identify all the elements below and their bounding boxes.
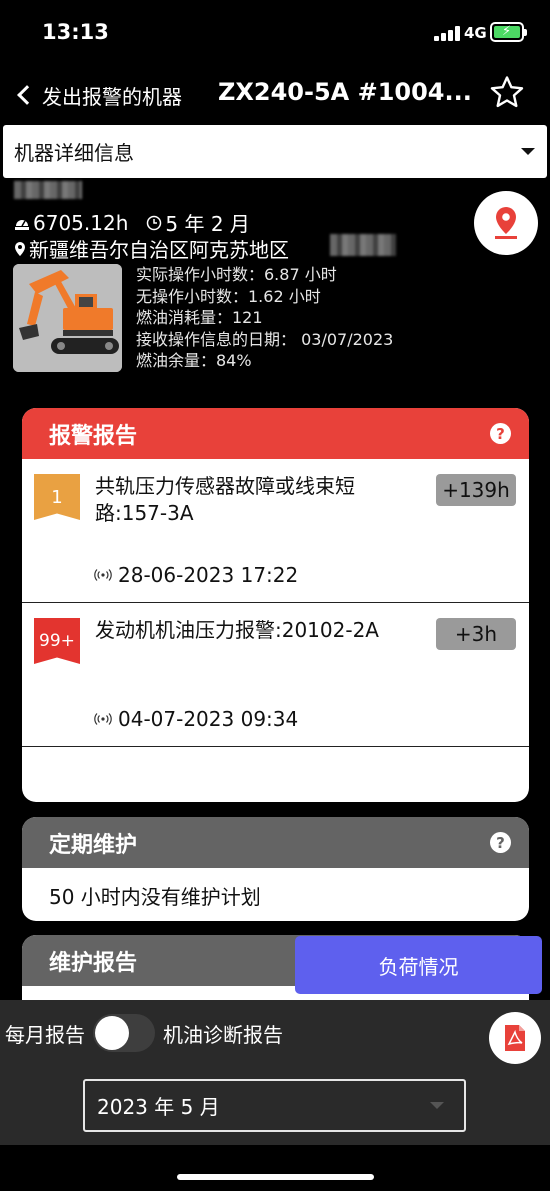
machine-location-row: 新疆维吾尔自治区阿克苏地区 bbox=[14, 234, 289, 263]
alarm-count-badge: 99+ bbox=[34, 618, 80, 664]
alarm-time: 04-07-2023 09:34 bbox=[118, 707, 299, 731]
operation-info-list: 实际操作小时数：6.87 小时 无操作小时数：1.62 小时 燃油消耗量：121… bbox=[136, 264, 393, 372]
status-bar: 13:13 4G ⚡ bbox=[0, 0, 550, 66]
network-type: 4G bbox=[464, 24, 487, 42]
nav-bar: 发出报警的机器 ZX240-5A #1004... bbox=[0, 66, 550, 122]
periodic-maintenance-title: 定期维护 bbox=[49, 832, 138, 858]
maintenance-report-title: 维护报告 bbox=[49, 950, 138, 976]
dropdown-label: 机器详细信息 bbox=[14, 141, 134, 165]
alarm-count-badge: 1 bbox=[34, 474, 80, 520]
report-type-toggle[interactable] bbox=[93, 1014, 155, 1052]
pdf-icon bbox=[505, 1025, 525, 1051]
machine-image bbox=[13, 264, 122, 372]
help-icon[interactable]: ? bbox=[490, 832, 511, 853]
alarm-description: 共轨压力传感器故障或线束短路:157-3A bbox=[95, 474, 355, 525]
alarm-description: 发动机机油压力报警:20102-2A bbox=[95, 618, 379, 642]
machine-hours: 6705.12h bbox=[33, 210, 129, 235]
status-time: 13:13 bbox=[42, 20, 109, 44]
clock-icon bbox=[147, 215, 162, 230]
alarm-time: 28-06-2023 17:22 bbox=[118, 563, 299, 587]
alarm-report-title: 报警报告 bbox=[49, 423, 138, 449]
month-select[interactable]: 2023 年 5 月 bbox=[83, 1079, 466, 1132]
ops-received-date: 接收操作信息的日期： 03/07/2023 bbox=[136, 329, 394, 349]
ops-fuel-consumption: 燃油消耗量：121 bbox=[136, 308, 263, 327]
alarm-time-row: 04-07-2023 09:34 bbox=[94, 707, 298, 731]
alarm-duration-chip: +139h bbox=[436, 474, 516, 506]
machine-age: 5 年 2 月 bbox=[165, 212, 250, 236]
alarm-time-row: 28-06-2023 17:22 bbox=[94, 563, 298, 587]
alarm-item[interactable]: 1 共轨压力传感器故障或线束短路:157-3A +139h 28-06-2023… bbox=[22, 459, 529, 603]
chevron-down-icon bbox=[521, 148, 535, 155]
redacted-location bbox=[330, 234, 396, 256]
periodic-maintenance-card: 定期维护 ? 50 小时内没有维护计划 bbox=[22, 817, 529, 921]
back-label: 发出报警的机器 bbox=[42, 84, 182, 109]
monthly-report-label: 每月报告 bbox=[5, 1022, 85, 1047]
periodic-maintenance-text: 50 小时内没有维护计划 bbox=[49, 885, 261, 909]
cellular-signal-icon bbox=[434, 26, 460, 41]
load-status-button[interactable]: 负荷情况 bbox=[295, 936, 542, 994]
ops-fuel-level: 燃油余量：84% bbox=[136, 351, 252, 370]
month-value: 2023 年 5 月 bbox=[97, 1095, 220, 1119]
alarm-report-header: 报警报告 ? bbox=[22, 408, 529, 459]
help-icon[interactable]: ? bbox=[490, 423, 511, 444]
oil-diagnosis-label: 机油诊断报告 bbox=[163, 1022, 283, 1047]
machine-hours-row: 6705.12h 5 年 2 月 bbox=[14, 208, 250, 237]
machine-location: 新疆维吾尔自治区阿克苏地区 bbox=[29, 238, 289, 262]
report-toggle-row: 每月报告 机油诊断报告 bbox=[5, 1014, 283, 1052]
signal-icon bbox=[94, 569, 112, 581]
map-button[interactable] bbox=[474, 191, 538, 255]
back-chevron-icon bbox=[17, 85, 37, 105]
alarm-report-card: 报警报告 ? 1 共轨压力传感器故障或线束短路:157-3A +139h 28-… bbox=[22, 408, 529, 802]
map-pin-icon bbox=[495, 207, 517, 239]
ops-idle-hours: 无操作小时数：1.62 小时 bbox=[136, 286, 321, 306]
periodic-maintenance-header: 定期维护 ? bbox=[22, 817, 529, 868]
home-indicator[interactable] bbox=[177, 1174, 374, 1180]
machine-details-dropdown[interactable]: 机器详细信息 bbox=[3, 125, 547, 178]
redacted-serial bbox=[14, 181, 82, 199]
location-pin-icon bbox=[15, 241, 25, 256]
back-button[interactable]: 发出报警的机器 bbox=[14, 80, 182, 110]
pdf-button[interactable] bbox=[489, 1012, 541, 1064]
alarm-item[interactable]: 99+ 发动机机油压力报警:20102-2A +3h 04-07-2023 09… bbox=[22, 603, 529, 747]
page-title: ZX240-5A #1004... bbox=[218, 78, 472, 106]
ops-actual-hours: 实际操作小时数：6.87 小时 bbox=[136, 265, 337, 284]
bottom-panel: 每月报告 机油诊断报告 2023 年 5 月 bbox=[0, 1000, 550, 1145]
star-icon[interactable] bbox=[488, 74, 526, 112]
hour-meter-icon bbox=[15, 219, 29, 230]
chevron-down-icon bbox=[430, 1102, 444, 1109]
signal-icon bbox=[94, 713, 112, 725]
battery-icon: ⚡ bbox=[490, 22, 527, 42]
alarm-duration-chip: +3h bbox=[436, 618, 516, 650]
